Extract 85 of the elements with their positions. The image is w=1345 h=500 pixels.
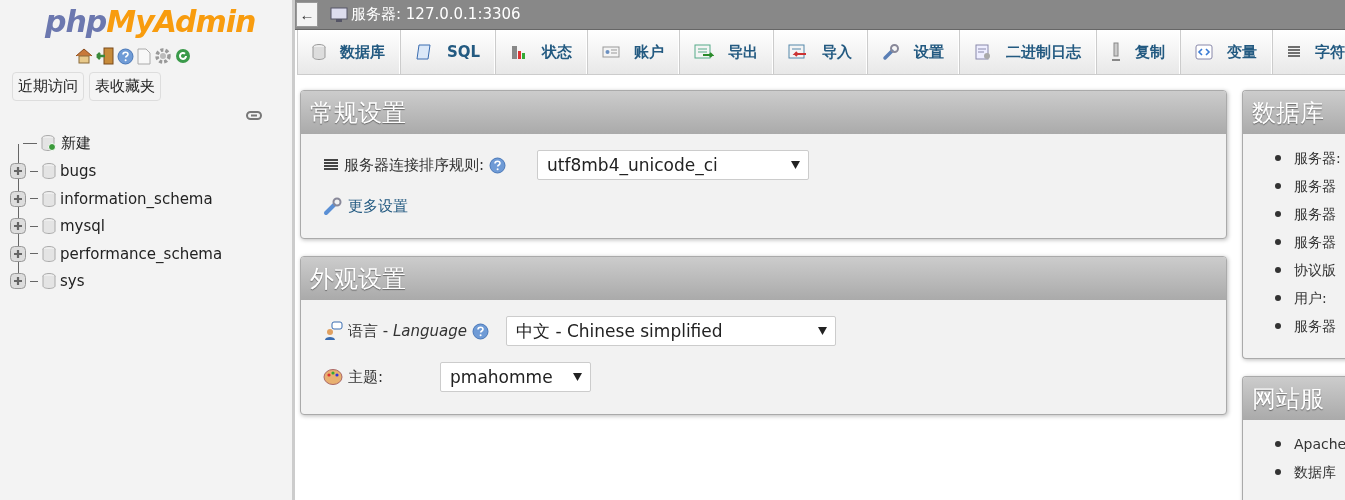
menu-tab[interactable]: 导出: [679, 30, 774, 74]
home-icon[interactable]: [75, 48, 93, 64]
list-icon: [1287, 45, 1302, 59]
menu-tab[interactable]: 设置: [867, 30, 960, 74]
person-speech-icon: [323, 321, 343, 341]
expand-icon[interactable]: [10, 218, 26, 235]
database-icon: [42, 218, 56, 235]
export-icon: [694, 44, 715, 60]
menu-tab[interactable]: 字符: [1272, 30, 1345, 74]
code-icon: [1195, 43, 1214, 61]
sidebar-tab-button[interactable]: 近期访问: [12, 72, 84, 101]
info-item: Apache: [1294, 435, 1345, 453]
id-card-icon: [602, 45, 621, 59]
bullet-icon: [1275, 211, 1281, 217]
dropdown[interactable]: pmahomme: [440, 362, 591, 392]
palette-icon: [323, 368, 343, 386]
panel-title: 常规设置: [301, 91, 1226, 134]
sidebar-tab-button[interactable]: 表收藏夹: [89, 72, 161, 101]
bullet-icon: [1275, 295, 1281, 301]
database-icon: [42, 273, 56, 290]
menu-tab[interactable]: 状态: [495, 30, 588, 74]
more-settings-link[interactable]: 更多设置: [348, 196, 408, 216]
bullet-icon: [1275, 441, 1281, 447]
caret-icon: [791, 161, 801, 169]
bullet-icon: [1275, 469, 1281, 475]
database-link[interactable]: bugs: [60, 162, 97, 181]
expand-icon[interactable]: [10, 245, 26, 262]
server-title: 服务器: 127.0.0.1:3306: [351, 5, 521, 24]
dropdown[interactable]: 中文 - Chinese simplified: [506, 316, 836, 346]
bullet-icon: [1275, 183, 1281, 189]
expand-icon[interactable]: [10, 163, 26, 180]
info-item: 服务器: [1294, 177, 1336, 195]
menu-tab[interactable]: SQL: [400, 30, 496, 74]
help-icon[interactable]: [489, 156, 507, 174]
expand-icon[interactable]: [10, 273, 26, 290]
info-item: 服务器: [1294, 317, 1336, 335]
database-link[interactable]: sys: [60, 272, 85, 291]
panel-title: 外观设置: [301, 257, 1226, 300]
info-item: 服务器: [1294, 205, 1336, 223]
database-icon: [42, 245, 56, 262]
info-item: 协议版: [1294, 261, 1336, 279]
panel-title: 数据库: [1243, 91, 1345, 134]
database-icon: [42, 163, 56, 180]
bullet-icon: [1275, 323, 1281, 329]
database-link[interactable]: mysql: [60, 217, 105, 236]
help-icon[interactable]: [472, 322, 489, 340]
info-item: 数据库: [1294, 463, 1336, 481]
field-label: 语言 - Language: [348, 321, 467, 341]
import-icon: [788, 44, 809, 60]
menu-tab[interactable]: 数据库: [297, 30, 400, 74]
menu-tab[interactable]: 变量: [1180, 30, 1273, 74]
menu-tab[interactable]: 复制: [1096, 30, 1181, 74]
reload-icon[interactable]: [175, 48, 191, 64]
menu-tab[interactable]: 二进制日志: [959, 30, 1097, 74]
phpmyadmin-logo[interactable]: phpMyAdmin: [45, 4, 256, 39]
database-icon: [312, 44, 326, 60]
database-link[interactable]: performance_schema: [60, 244, 223, 263]
list-icon: [323, 158, 339, 172]
info-item: 服务器:: [1294, 149, 1341, 167]
scroll-icon: [415, 43, 433, 61]
new-database-icon: [41, 135, 57, 153]
database-link[interactable]: information_schema: [60, 189, 213, 208]
info-item: 服务器: [1294, 233, 1336, 251]
expand-icon[interactable]: [10, 190, 26, 207]
document-gear-icon: [974, 43, 993, 61]
caret-icon: [572, 373, 582, 381]
monitor-icon: [330, 6, 348, 23]
bullet-icon: [1275, 239, 1281, 245]
info-item: 用户:: [1294, 289, 1327, 307]
back-button[interactable]: ←: [296, 2, 318, 27]
exit-door-icon[interactable]: [96, 47, 114, 65]
help-icon[interactable]: [117, 47, 134, 65]
field-label: 服务器连接排序规则:: [344, 155, 485, 175]
link-icon[interactable]: [246, 111, 262, 120]
bullet-icon: [1275, 155, 1281, 161]
settings-icon[interactable]: [154, 47, 172, 65]
caret-icon: [818, 327, 827, 335]
database-link[interactable]: 新建: [61, 134, 91, 154]
panel-title: 网站服: [1243, 377, 1345, 420]
menu-tab[interactable]: 账户: [587, 30, 680, 74]
database-icon: [42, 190, 56, 207]
dropdown[interactable]: utf8mb4_unicode_ci: [537, 150, 810, 180]
bullet-icon: [1275, 267, 1281, 273]
field-label: 主题:: [348, 367, 384, 387]
menu-tab[interactable]: 导入: [773, 30, 868, 74]
